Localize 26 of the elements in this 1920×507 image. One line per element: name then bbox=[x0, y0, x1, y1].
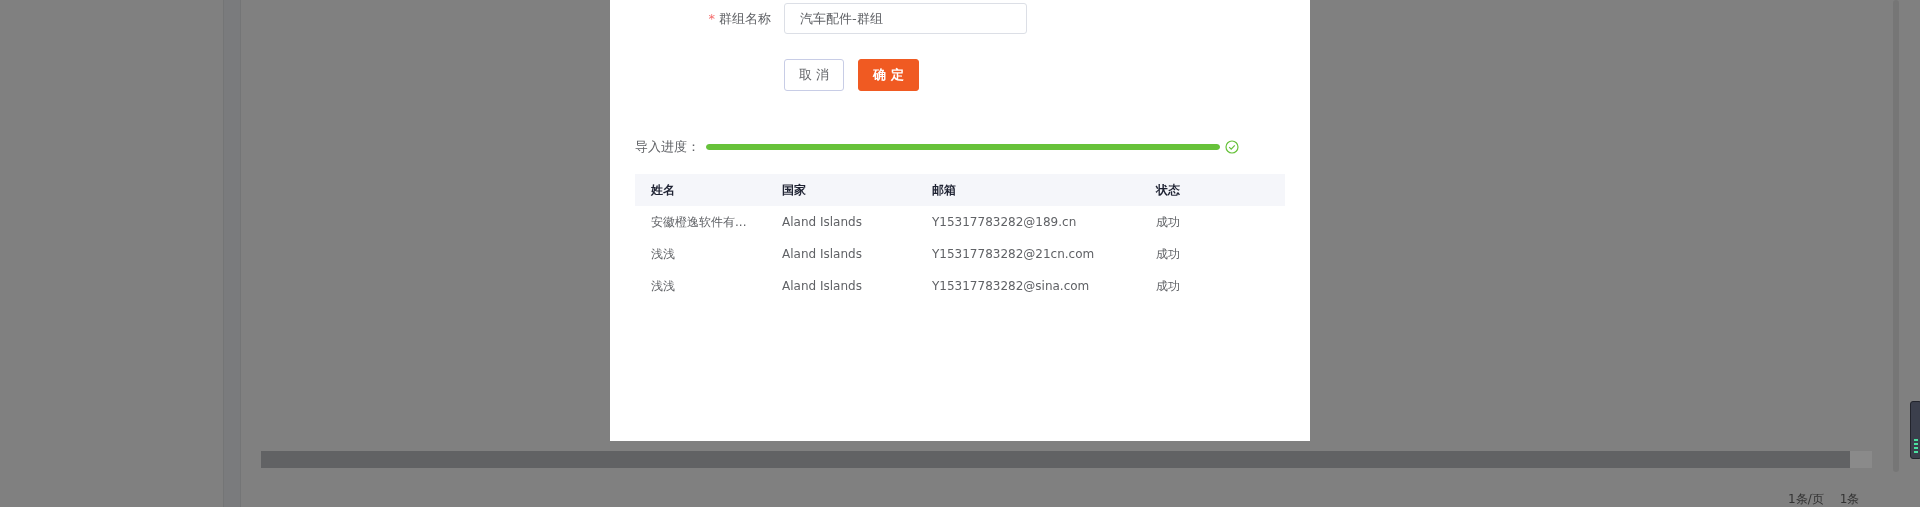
table-cell-text: 成功 bbox=[1156, 213, 1181, 231]
table-cell-text: Aland Islands bbox=[782, 247, 863, 261]
table-cell-text: 安徽橙逸软件有... bbox=[650, 213, 748, 231]
horizontal-scrollbar[interactable] bbox=[261, 451, 1872, 468]
table-cell-text: Aland Islands bbox=[782, 215, 863, 229]
confirm-button[interactable]: 确 定 bbox=[858, 59, 919, 91]
table-cell-text: Y15317783282@21cn.com bbox=[932, 247, 1096, 261]
column-header: 邮箱 bbox=[932, 181, 957, 199]
field-label: 群组名称 bbox=[719, 10, 771, 26]
column-header: 状态 bbox=[1156, 181, 1181, 199]
cancel-button[interactable]: 取 消 bbox=[784, 59, 845, 91]
table-cell-text: Y15317783282@189.cn bbox=[932, 215, 1078, 229]
table-cell-text: 成功 bbox=[1156, 277, 1181, 295]
table-cell-text: 成功 bbox=[1156, 245, 1181, 263]
table-cell-text: 浅浅 bbox=[650, 245, 676, 263]
column-header: 姓名 bbox=[650, 181, 676, 199]
column-header: 国家 bbox=[782, 181, 807, 199]
progress-label: 导入进度： bbox=[635, 138, 700, 156]
group-name-input[interactable]: 汽车配件-群组 bbox=[784, 3, 1027, 34]
table-cell-text: Aland Islands bbox=[782, 279, 863, 293]
level-meter-icon bbox=[1910, 401, 1920, 459]
required-mark: * bbox=[708, 10, 715, 26]
table-cell-text: 浅浅 bbox=[650, 277, 676, 295]
table-cell-text: Y15317783282@sina.com bbox=[932, 279, 1091, 293]
success-check-icon bbox=[1225, 140, 1239, 154]
total-count-text: 1条 bbox=[1839, 492, 1860, 506]
